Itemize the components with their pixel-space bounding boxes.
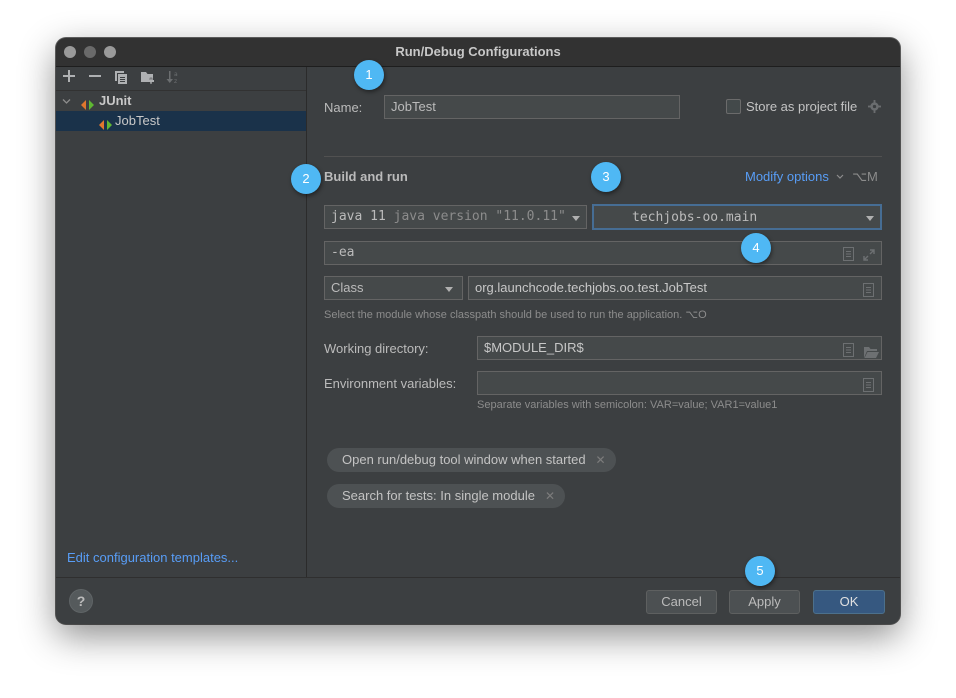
- annotation-badge: 5: [745, 556, 775, 586]
- dialog-footer: ? Cancel Apply OK: [56, 577, 900, 624]
- document-icon[interactable]: [843, 342, 855, 357]
- class-value: org.launchcode.techjobs.oo.test.JobTest: [475, 280, 707, 295]
- name-label: Name:: [324, 100, 363, 115]
- annotation-badge: 3: [591, 162, 621, 192]
- option-chip-open-tool-window[interactable]: Open run/debug tool window when started ✕: [327, 448, 616, 472]
- name-input[interactable]: JobTest: [384, 95, 680, 119]
- gear-icon[interactable]: [868, 100, 881, 116]
- sort-alpha-icon[interactable]: az: [164, 69, 182, 87]
- dropdown-arrow-icon: [866, 216, 874, 221]
- junit-test-icon: [99, 116, 113, 130]
- ok-button[interactable]: OK: [813, 590, 885, 614]
- remove-chip-icon[interactable]: ✕: [596, 453, 606, 467]
- title-bar: Run/Debug Configurations: [56, 38, 900, 67]
- chevron-down-icon: [832, 169, 848, 184]
- annotation-badge: 1: [354, 60, 384, 90]
- folder-add-icon[interactable]: [138, 69, 156, 87]
- working-directory-input[interactable]: $MODULE_DIR$: [477, 336, 882, 360]
- module-hint: Select the module whose classpath should…: [324, 309, 707, 321]
- minus-icon[interactable]: [86, 69, 104, 87]
- module-select-value: techjobs-oo.main: [632, 210, 758, 225]
- svg-text:z: z: [174, 78, 177, 84]
- tree-item-junit[interactable]: JUnit: [56, 91, 306, 111]
- copy-icon[interactable]: [112, 69, 130, 87]
- environment-variables-label: Environment variables:: [324, 376, 457, 391]
- store-as-project-file-label[interactable]: Store as project file: [746, 99, 857, 114]
- window-title: Run/Debug Configurations: [395, 44, 561, 59]
- test-kind-value: Class: [331, 280, 364, 295]
- class-input[interactable]: org.launchcode.techjobs.oo.test.JobTest: [468, 276, 882, 300]
- working-directory-value: $MODULE_DIR$: [484, 340, 584, 355]
- annotation-badge: 4: [741, 233, 771, 263]
- environment-variables-hint: Separate variables with semicolon: VAR=v…: [477, 399, 778, 411]
- module-select[interactable]: techjobs-oo.main: [592, 204, 882, 230]
- help-button[interactable]: ?: [69, 589, 93, 613]
- configuration-form: Name: JobTest Store as project file Buil…: [307, 67, 900, 577]
- apply-button[interactable]: Apply: [729, 590, 800, 614]
- tree-item-label: JobTest: [115, 113, 160, 128]
- dropdown-arrow-icon: [445, 287, 453, 292]
- environment-variables-input[interactable]: [477, 371, 882, 395]
- cancel-button[interactable]: Cancel: [646, 590, 717, 614]
- modify-options-shortcut: ⌥M: [852, 169, 878, 184]
- remove-chip-icon[interactable]: ✕: [545, 489, 555, 503]
- annotation-badge: 2: [291, 164, 321, 194]
- expand-icon[interactable]: [863, 247, 875, 261]
- sidebar-toolbar: az: [56, 67, 306, 91]
- test-kind-select[interactable]: Class: [324, 276, 463, 300]
- option-chip-search-for-tests[interactable]: Search for tests: In single module ✕: [327, 484, 565, 508]
- tree-item-label: JUnit: [99, 93, 132, 108]
- jre-select-secondary: java version "11.0.11": [393, 209, 566, 224]
- tree-item-jobtest[interactable]: JobTest: [56, 111, 306, 131]
- jre-select-primary: java 11: [331, 209, 386, 224]
- option-chip-label: Search for tests: In single module: [342, 488, 535, 503]
- plus-icon[interactable]: [60, 69, 78, 87]
- option-chip-label: Open run/debug tool window when started: [342, 452, 586, 467]
- folder-open-icon[interactable]: [864, 343, 879, 358]
- junit-icon: [81, 96, 95, 110]
- build-and-run-title: Build and run: [324, 169, 408, 184]
- vm-options-value: -ea: [331, 245, 355, 260]
- edit-configuration-templates-link[interactable]: Edit configuration templates...: [67, 550, 238, 565]
- modify-options-label[interactable]: Modify options: [745, 169, 829, 184]
- section-divider: [324, 156, 882, 157]
- modify-options-button[interactable]: Modify options ⌥M: [745, 169, 878, 185]
- configurations-sidebar: az JUnit JobTest Edit configuration temp…: [56, 67, 307, 577]
- store-as-project-file-checkbox[interactable]: [726, 99, 741, 114]
- document-icon[interactable]: [863, 282, 875, 297]
- dropdown-arrow-icon: [572, 216, 580, 221]
- svg-text:a: a: [174, 71, 178, 78]
- working-directory-label: Working directory:: [324, 341, 429, 356]
- document-icon[interactable]: [863, 377, 875, 392]
- vm-options-input[interactable]: -ea: [324, 241, 882, 265]
- run-debug-configurations-dialog: Run/Debug Configurations az JUnit JobTes…: [56, 38, 900, 624]
- document-icon[interactable]: [843, 247, 855, 261]
- jre-select[interactable]: java 11 java version "11.0.11": [324, 205, 587, 229]
